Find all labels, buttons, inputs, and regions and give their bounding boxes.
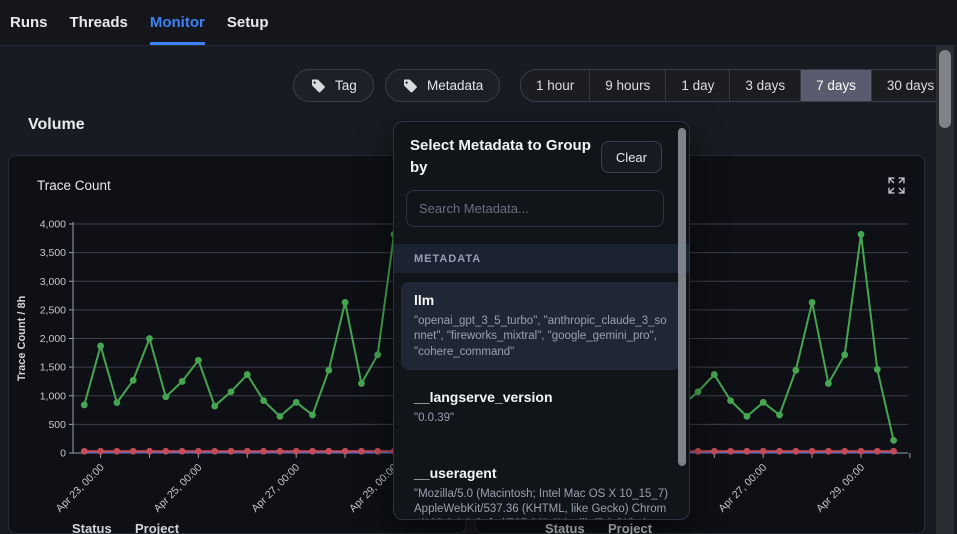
chart-title: Trace Count: [37, 178, 111, 193]
tag-button-label: Tag: [335, 78, 357, 93]
page-scrollbar-thumb[interactable]: [939, 50, 951, 128]
svg-text:0: 0: [60, 448, 66, 460]
metadata-button-label: Metadata: [427, 78, 483, 93]
svg-text:3,500: 3,500: [40, 247, 66, 259]
svg-text:2,500: 2,500: [40, 304, 66, 316]
metadata-filter-button[interactable]: Metadata: [385, 69, 500, 102]
svg-text:Apr 27, 00:00: Apr 27, 00:00: [716, 462, 769, 515]
range-1-hour[interactable]: 1 hour: [521, 70, 589, 101]
metadata-item-values: "0.0.39": [414, 411, 669, 426]
tab-runs[interactable]: Runs: [10, 0, 48, 45]
svg-text:Apr 23, 00:00: Apr 23, 00:00: [54, 462, 107, 515]
range-3-days[interactable]: 3 days: [729, 70, 800, 101]
svg-text:1,500: 1,500: [40, 362, 66, 374]
search-metadata-input[interactable]: [406, 190, 664, 227]
monitor-page: Runs Threads Monitor Setup Tag Metadata 1 h…: [0, 0, 957, 534]
footer-link-project[interactable]: Project: [135, 521, 179, 534]
svg-text:2,000: 2,000: [40, 333, 66, 345]
metadata-section-header: METADATA: [394, 244, 689, 273]
top-nav: Runs Threads Monitor Setup: [0, 0, 957, 46]
tab-monitor[interactable]: Monitor: [150, 0, 205, 45]
range-7-days[interactable]: 7 days: [800, 70, 871, 101]
time-range-selector: 1 hour9 hours1 day3 days7 days30 days: [520, 69, 950, 102]
metadata-item-__langserve_version[interactable]: __langserve_version "0.0.39": [401, 379, 682, 436]
footer-link-project[interactable]: Project: [608, 521, 652, 534]
svg-text:3,000: 3,000: [40, 276, 66, 288]
metadata-group-modal: Select Metadata to Group by Clear METADA…: [393, 121, 690, 520]
svg-text:Trace Count / 8h: Trace Count / 8h: [16, 295, 28, 381]
metadata-item-llm[interactable]: llm "openai_gpt_3_5_turbo", "anthropic_cl…: [401, 282, 682, 370]
svg-text:500: 500: [48, 419, 66, 431]
modal-scrollbar-thumb[interactable]: [678, 128, 686, 466]
metadata-item-values: "Mozilla/5.0 (Macintosh; Intel Mac OS X …: [414, 487, 669, 520]
svg-text:Apr 29, 00:00: Apr 29, 00:00: [814, 462, 867, 515]
metadata-item-key: llm: [414, 292, 669, 308]
metadata-item-list: llm "openai_gpt_3_5_turbo", "anthropic_cl…: [394, 273, 689, 520]
svg-text:1,000: 1,000: [40, 390, 66, 402]
metadata-item-__useragent[interactable]: __useragent "Mozilla/5.0 (Macintosh; Inte…: [401, 455, 682, 520]
clear-button[interactable]: Clear: [601, 141, 662, 173]
footer-link-status[interactable]: Status: [72, 521, 112, 534]
svg-text:Apr 25, 00:00: Apr 25, 00:00: [151, 462, 204, 515]
modal-title: Select Metadata to Group by: [410, 135, 606, 179]
range-9-hours[interactable]: 9 hours: [589, 70, 665, 101]
tab-threads[interactable]: Threads: [70, 0, 128, 45]
metadata-item-key: __useragent: [414, 465, 669, 481]
metadata-item-values: "openai_gpt_3_5_turbo", "anthropic_claud…: [414, 314, 669, 360]
svg-text:4,000: 4,000: [40, 219, 66, 231]
tab-setup[interactable]: Setup: [227, 0, 269, 45]
clear-button-label: Clear: [616, 150, 647, 165]
tag-icon: [310, 78, 326, 94]
metadata-item-key: __langserve_version: [414, 389, 669, 405]
footer-link-status[interactable]: Status: [545, 521, 585, 534]
section-title-volume: Volume: [28, 116, 85, 134]
range-1-day[interactable]: 1 day: [665, 70, 729, 101]
tag-icon: [402, 78, 418, 94]
tag-filter-button[interactable]: Tag: [293, 69, 374, 102]
svg-text:Apr 27, 00:00: Apr 27, 00:00: [249, 462, 302, 515]
expand-chart-icon[interactable]: [888, 177, 905, 194]
